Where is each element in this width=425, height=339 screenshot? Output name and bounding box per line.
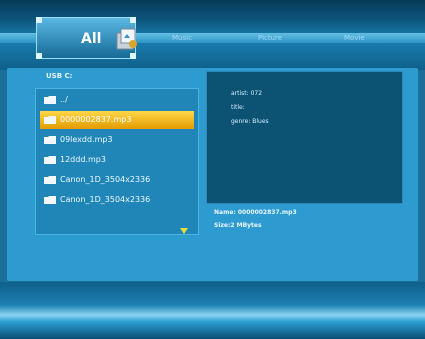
tab-picture[interactable]: Picture (258, 33, 282, 43)
bottom-bar (0, 282, 425, 339)
list-item-label: ../ (60, 95, 68, 104)
title-info: title: (231, 104, 245, 111)
artist-info: artist: 072 (231, 90, 263, 97)
list-item-label: 12ddd.mp3 (60, 155, 106, 164)
folder-icon (44, 96, 56, 104)
folder-icon (44, 176, 56, 184)
list-item[interactable]: 12ddd.mp3 (40, 151, 194, 169)
audio-file-icon (44, 116, 56, 124)
current-path: USB C: (46, 72, 73, 80)
list-item-label: Canon_1D_3504x2336 (60, 195, 151, 204)
list-item[interactable]: Canon_1D_3504x2336 (40, 191, 194, 209)
list-item-parent[interactable]: ../ (40, 91, 194, 109)
file-name: Name: 0000002837.mp3 (214, 209, 297, 216)
file-list[interactable]: ../ 0000002837.mp3 09lexdd.mp3 12ddd.mp3… (35, 88, 199, 235)
list-item[interactable]: Canon_1D_3504x2336 (40, 171, 194, 189)
tab-corner-marker (130, 53, 136, 59)
tab-all[interactable]: All (36, 17, 137, 59)
file-size: Size:2 MBytes (214, 222, 262, 229)
tab-corner-marker (130, 17, 136, 23)
preview-panel: artist: 072 title: genre: Blues (206, 71, 403, 204)
scroll-down-arrow-icon[interactable] (180, 228, 188, 234)
tab-corner-marker (36, 17, 42, 23)
list-item-selected[interactable]: 0000002837.mp3 (40, 111, 194, 129)
list-item-label: 0000002837.mp3 (60, 115, 132, 124)
audio-file-icon (44, 136, 56, 144)
list-item-label: Canon_1D_3504x2336 (60, 175, 151, 184)
all-media-icon (116, 28, 137, 50)
tab-movie[interactable]: Movie (344, 33, 365, 43)
folder-icon (44, 196, 56, 204)
tab-all-label: All (81, 31, 102, 47)
audio-file-icon (44, 156, 56, 164)
tab-music[interactable]: Music (172, 33, 192, 43)
list-item[interactable]: 09lexdd.mp3 (40, 131, 194, 149)
tab-corner-marker (36, 53, 42, 59)
genre-info: genre: Blues (231, 118, 269, 125)
list-item-label: 09lexdd.mp3 (60, 135, 113, 144)
